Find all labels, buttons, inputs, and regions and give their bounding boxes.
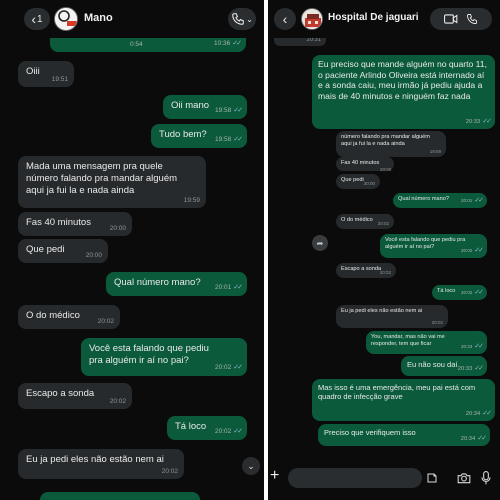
message-bubble[interactable]: Eu preciso que mande alguém no quarto 11… xyxy=(312,55,495,129)
message-bubble[interactable]: Eu não sou daí 20:33 ✓✓ xyxy=(401,356,487,376)
message-bubble[interactable]: O do médico 20:02 xyxy=(18,305,120,329)
call-actions xyxy=(430,8,492,30)
message-bubble[interactable]: Escapo a sonda 20:02 xyxy=(18,383,132,409)
plus-icon[interactable]: + xyxy=(270,467,279,485)
call-button[interactable]: ⌄ xyxy=(228,8,256,30)
chat-header: ‹ Hospital De jaguari xyxy=(268,0,500,38)
back-button[interactable]: ‹ 1 xyxy=(24,8,50,30)
message-text: Eu preciso que mande alguém no quarto 11… xyxy=(318,59,487,102)
back-button[interactable]: ‹ xyxy=(274,8,296,30)
message-time: 20:01 ✓✓ xyxy=(214,284,243,292)
message-text: Fas 40 minutos xyxy=(341,160,380,166)
chevron-left-icon: ‹ xyxy=(31,11,37,27)
message-time: 20:33 ✓✓ xyxy=(465,118,492,126)
message-text: número falando pra mandar alguém aqui ja… xyxy=(341,134,430,147)
message-input[interactable] xyxy=(288,468,422,488)
message-text: Eu ja pedi eles não estão nem ai xyxy=(341,308,423,314)
message-text: Você esta falando que pediu pra alguém i… xyxy=(89,343,209,366)
message-time: 19:58 ✓✓ xyxy=(214,107,243,115)
unread-count: 1 xyxy=(37,13,43,25)
message-time: 19:51 xyxy=(51,75,68,83)
chevron-down-icon: ⌄ xyxy=(246,14,253,24)
right-chat-panel: ‹ Hospital De jaguari 20:31 Eu preciso q… xyxy=(268,0,500,500)
partial-message-bubble xyxy=(40,492,200,500)
message-bubble[interactable]: Mada uma mensagem pra quele número falan… xyxy=(18,156,206,208)
scroll-to-bottom-button[interactable]: ⌄ xyxy=(242,457,260,475)
message-time: 19:59 xyxy=(429,149,441,155)
microphone-icon[interactable] xyxy=(481,471,491,485)
forward-button[interactable]: ➦ xyxy=(312,235,328,251)
camera-icon[interactable] xyxy=(457,472,471,484)
message-time: 20:02 xyxy=(109,397,126,405)
message-time: 0:54 xyxy=(130,40,143,48)
message-time: 20:01 ✓✓ xyxy=(461,197,484,205)
message-bubble[interactable]: Eu ja pedi eles não estão nem ai 20:02 xyxy=(18,449,184,479)
chevron-down-icon: ⌄ xyxy=(247,460,255,471)
contact-name[interactable]: Mano xyxy=(84,12,113,24)
message-bubble[interactable]: Qual número mano? 20:01 ✓✓ xyxy=(393,193,487,208)
sticker-icon[interactable] xyxy=(426,472,438,484)
message-bubble[interactable]: Que pedi 20:00 xyxy=(18,239,108,263)
message-bubble[interactable]: Você esta falando que pediu pra alguém i… xyxy=(81,338,247,376)
message-text: Mas isso é uma emergência, meu pai está … xyxy=(318,383,476,402)
message-bubble[interactable]: Qual número mano? 20:01 ✓✓ xyxy=(106,272,247,296)
message-bubble[interactable]: Tudo bem? 19:58 ✓✓ xyxy=(151,124,247,148)
message-bubble[interactable]: Escapo a sonda 20:02 xyxy=(336,263,396,278)
message-time: 20:33 ✓✓ xyxy=(461,343,484,351)
message-bubble[interactable]: You, mandar, mas não vai me responder, t… xyxy=(366,331,487,354)
avatar[interactable] xyxy=(301,8,323,30)
video-icon[interactable] xyxy=(444,13,458,25)
message-bubble[interactable]: Você esta falando que pediu pra alguém i… xyxy=(380,234,487,258)
message-bubble[interactable]: Tá loco 20:02 ✓✓ xyxy=(167,416,247,440)
message-text: Eu ja pedi eles não estão nem ai xyxy=(26,454,164,465)
message-time: 20:34 ✓✓ xyxy=(465,410,492,418)
message-bubble[interactable]: Fas 40 minutos 20:00 xyxy=(18,212,132,236)
message-time: 20:02 xyxy=(377,221,389,227)
message-time: 19:58 ✓✓ xyxy=(214,136,243,144)
message-text: Mada uma mensagem pra quele número falan… xyxy=(26,161,178,196)
message-time: 20:00 xyxy=(85,251,102,259)
message-time: 20:00 xyxy=(363,181,375,187)
message-bubble[interactable]: O do médico 20:02 xyxy=(336,214,394,229)
contact-name[interactable]: Hospital De jaguari xyxy=(328,12,419,23)
forward-icon: ➦ xyxy=(316,238,324,248)
chevron-left-icon: ‹ xyxy=(282,11,288,27)
message-bubble[interactable]: Oiii 19:51 xyxy=(18,61,74,87)
message-time: 20:02 ✓✓ xyxy=(461,289,484,297)
message-compose-bar: + xyxy=(268,460,500,500)
message-bubble[interactable]: Oii mano 19:58 ✓✓ xyxy=(163,95,247,119)
message-time: 20:33 ✓✓ xyxy=(457,365,484,373)
message-bubble[interactable]: Tá loco 20:02 ✓✓ xyxy=(432,285,487,300)
phone-icon xyxy=(232,13,244,25)
message-bubble[interactable]: Preciso que verifiquem isso 20:34 ✓✓ xyxy=(318,424,490,446)
phone-icon[interactable] xyxy=(466,13,478,25)
message-time: 20:02 ✓✓ xyxy=(214,364,243,372)
message-time: 20:02 ✓✓ xyxy=(461,247,484,255)
message-time: 20:00 xyxy=(109,224,126,232)
left-chat-panel: ‹ 1 Mano ⌄ 0:54 10:36 ✓✓ Oiii 19:51 Oii ma… xyxy=(0,0,264,500)
message-time: 20:02 xyxy=(161,467,178,475)
message-bubble[interactable]: Que pedi 20:00 xyxy=(336,174,380,189)
message-time: 19:59 xyxy=(183,196,200,204)
message-bubble[interactable]: número falando pra mandar alguém aqui ja… xyxy=(336,131,446,157)
message-time: 20:02 ✓✓ xyxy=(214,428,243,436)
message-time: 20:02 xyxy=(379,270,391,276)
message-time: 10:36 ✓✓ xyxy=(213,40,242,48)
message-bubble[interactable]: Eu ja pedi eles não estão nem ai 20:02 xyxy=(336,305,448,328)
message-time: 20:34 ✓✓ xyxy=(460,435,487,443)
message-time: 20:02 xyxy=(431,320,443,326)
avatar[interactable] xyxy=(54,7,78,31)
chat-header: ‹ 1 Mano ⌄ xyxy=(0,0,264,38)
message-bubble[interactable]: Mas isso é uma emergência, meu pai está … xyxy=(312,379,495,421)
message-time: 20:02 xyxy=(97,317,114,325)
